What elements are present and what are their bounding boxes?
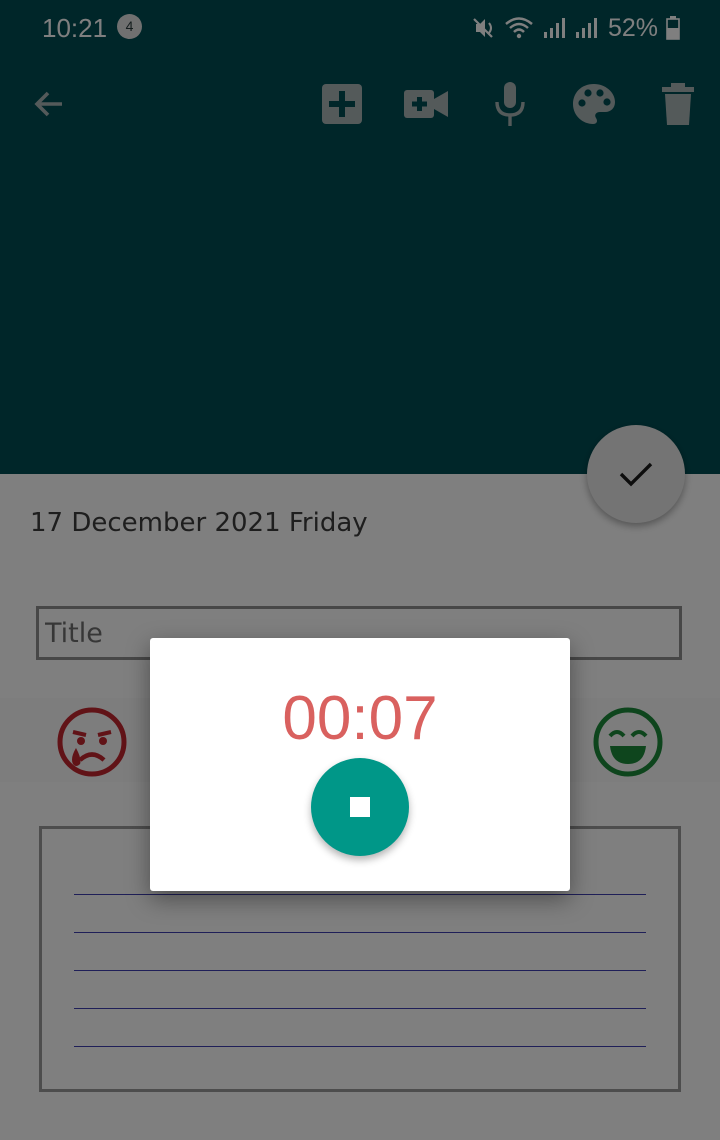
audio-recording-dialog: 00:07 (150, 638, 570, 891)
stop-recording-button[interactable] (311, 758, 409, 856)
recording-timer: 00:07 (282, 684, 438, 753)
dialog-scrim[interactable] (0, 0, 720, 1140)
stop-icon (350, 797, 370, 817)
